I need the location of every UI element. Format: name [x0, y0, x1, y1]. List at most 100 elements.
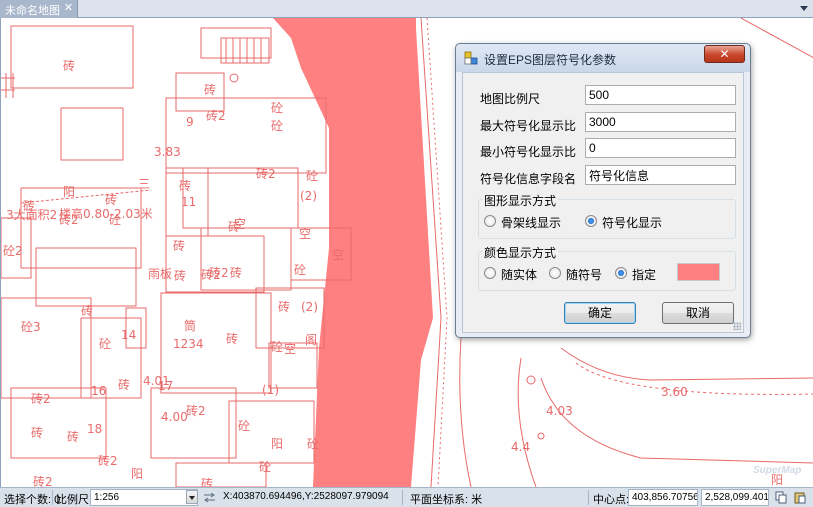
map-label: 砖	[173, 238, 185, 253]
map-label: 砖2	[206, 108, 226, 123]
by-entity-radio[interactable]	[484, 267, 496, 279]
map-label: 砖	[118, 377, 130, 392]
map-label: 砖2	[256, 166, 276, 181]
map-label: 空	[284, 342, 296, 356]
tab-close-icon[interactable]: ✕	[62, 1, 75, 15]
dialog-title: 设置EPS图层符号化参数	[484, 53, 617, 67]
scale-combobox[interactable]: 1:256	[90, 489, 198, 506]
map-label: 砼3	[21, 320, 41, 334]
center-y-value: 2,528,099.401...	[705, 492, 769, 503]
coordinate-system: 平面坐标系: 米	[410, 494, 483, 506]
map-label: 4.03	[546, 404, 573, 418]
symbol-display-radio[interactable]	[585, 215, 597, 227]
symbol-display-label[interactable]: 符号化显示	[602, 214, 662, 231]
map-label: 砼	[238, 419, 250, 433]
dialog-body: 地图比例尺 最大符号化显示比 最小符号化显示比 符号化信息字段名 图形显示方式 …	[462, 72, 744, 333]
map-label: 砖2	[33, 474, 53, 487]
map-point	[229, 73, 239, 83]
building-parcel	[10, 25, 134, 89]
building-parcel	[175, 462, 267, 487]
map-label: 筒	[184, 318, 196, 333]
map-label: 空	[299, 227, 311, 241]
map-label: 阳	[131, 467, 143, 481]
map-label: 空	[332, 248, 344, 262]
skeleton-display-label[interactable]: 骨架线显示	[501, 214, 561, 231]
building-parcel	[165, 97, 327, 174]
max-symbol-scale-input[interactable]	[585, 112, 736, 132]
map-label: 砖	[174, 268, 186, 283]
map-label: 9	[186, 115, 194, 129]
map-scale-input[interactable]	[585, 85, 736, 105]
skeleton-display-radio[interactable]	[484, 215, 496, 227]
grid-symbol	[1, 73, 15, 98]
specified-color-radio[interactable]	[615, 267, 627, 279]
map-label: 砼	[271, 101, 283, 115]
by-symbol-label[interactable]: 随符号	[566, 266, 602, 283]
center-point-label: 中心点:	[593, 494, 630, 506]
swap-arrows-icon[interactable]	[203, 492, 216, 503]
ok-button[interactable]: 确定	[564, 302, 636, 324]
scale-label: 比例尺:	[56, 494, 93, 506]
map-label: 阳	[271, 437, 283, 451]
map-label: 14	[121, 328, 136, 342]
map-label: 砖2	[201, 267, 221, 282]
center-x-value: 403,856.707563	[632, 492, 698, 503]
symbol-field-input[interactable]	[585, 165, 736, 185]
symbol-field-label: 符号化信息字段名	[480, 172, 577, 186]
boundary-line	[20, 189, 152, 204]
by-entity-label[interactable]: 随实体	[501, 266, 537, 283]
map-label: 11	[181, 195, 196, 209]
map-label: 砼	[99, 337, 111, 351]
status-bar: 选择个数: 0 比例尺: 1:256 X:403870.694496,Y:252…	[0, 487, 813, 507]
cancel-button[interactable]: 取消	[662, 302, 734, 324]
map-label: (2)	[300, 189, 317, 203]
map-label: 3.83	[154, 145, 181, 159]
map-label: (1)	[262, 383, 279, 397]
map-label: 1234	[173, 337, 204, 351]
map-label: 砼	[294, 263, 306, 277]
map-label: 砖	[278, 299, 290, 314]
display-mode-title: 图形显示方式	[482, 192, 559, 209]
building-parcel	[20, 187, 142, 269]
map-tab[interactable]: 未命名地图 ✕	[0, 0, 78, 18]
map-label: 砖	[179, 178, 191, 193]
map-label: 砼	[307, 437, 319, 451]
map-label: 砖2	[31, 391, 51, 406]
map-label: 砖	[230, 265, 242, 280]
map-label: 18	[87, 422, 102, 436]
copy-icon[interactable]	[775, 491, 787, 504]
map-point	[526, 375, 536, 385]
status-separator	[402, 490, 403, 505]
building-parcel	[175, 72, 225, 112]
map-label: 楼高0.80-2.03米	[59, 206, 153, 221]
min-symbol-scale-label: 最小符号化显示比	[480, 145, 577, 159]
scale-value: 1:256	[94, 492, 120, 503]
map-label: 砖	[81, 303, 93, 318]
center-y-field: 2,528,099.401...	[701, 489, 769, 506]
tab-dropdown-icon[interactable]	[799, 3, 809, 13]
document-tab-strip: 未命名地图 ✕	[0, 0, 813, 18]
symbolization-dialog: 设置EPS图层符号化参数 ✕ 地图比例尺 最大符号化显示比 最小符号化显示比 符…	[455, 43, 751, 338]
status-separator	[588, 490, 589, 505]
paste-icon[interactable]	[794, 491, 806, 504]
building-parcel	[1, 297, 92, 399]
dialog-close-button[interactable]: ✕	[704, 45, 745, 63]
map-label: 砖	[105, 192, 117, 207]
map-label: 空	[234, 217, 246, 231]
min-symbol-scale-input[interactable]	[585, 138, 736, 158]
specified-color-label[interactable]: 指定	[632, 266, 656, 283]
map-label: 4.4	[511, 440, 530, 454]
scale-dropdown-button[interactable]	[186, 490, 198, 504]
map-label: 砖	[226, 331, 238, 346]
by-symbol-radio[interactable]	[549, 267, 561, 279]
map-scale-label: 地图比例尺	[480, 92, 541, 106]
color-mode-title: 颜色显示方式	[482, 244, 559, 261]
map-label: 砖	[204, 82, 216, 97]
resize-grip-icon[interactable]	[733, 322, 741, 330]
layer-settings-icon	[464, 51, 478, 65]
color-swatch[interactable]	[677, 263, 720, 281]
map-label: 3.60	[661, 385, 688, 399]
cursor-coordinates: X:403870.694496,Y:2528097.979094	[220, 489, 400, 506]
dialog-titlebar[interactable]: 设置EPS图层符号化参数 ✕	[456, 44, 750, 72]
map-label: 砼	[271, 119, 283, 133]
